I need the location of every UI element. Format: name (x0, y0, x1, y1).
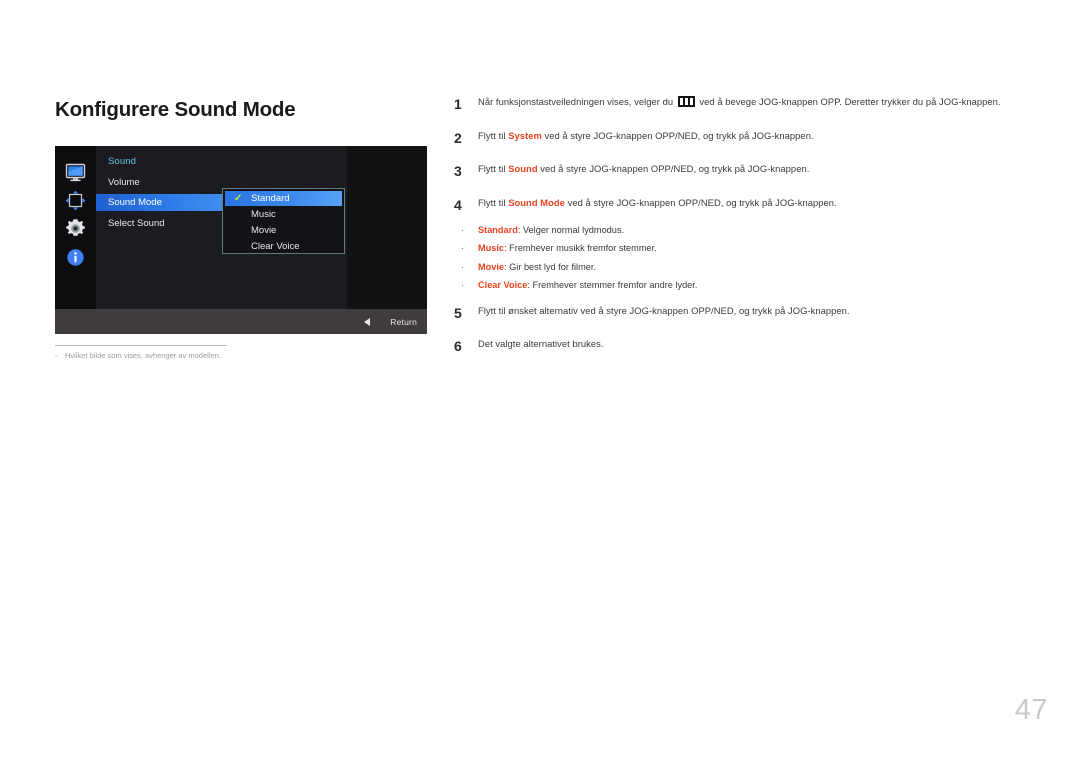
osd-sidebar (55, 146, 96, 309)
figure-note: - Hvilket bilde som vises, avhenger av m… (55, 351, 427, 361)
list-item-text: Standard: Velger normal lydmodus. (478, 225, 625, 235)
dropdown-option-label: Music (251, 208, 276, 220)
dropdown-option-label: Standard (251, 193, 290, 204)
jog-menu-icon (677, 96, 695, 107)
left-arrow-icon (364, 317, 371, 326)
step-number: 3 (454, 163, 462, 179)
osd-menu-heading: Sound (108, 156, 136, 167)
dropdown-option-clear-voice[interactable]: Clear Voice (223, 238, 344, 254)
step-item: 2 Flytt til System ved å styre JOG-knapp… (454, 130, 1044, 145)
return-button-label[interactable]: Return (390, 317, 417, 327)
step-text: Det valgte alternativet brukes. (478, 338, 604, 350)
step-item: 4 Flytt til Sound Mode ved å styre JOG-k… (454, 197, 1044, 212)
osd-figure-block: Sound Volume Sound Mode Select Sound ✓ S… (55, 146, 427, 361)
instruction-steps: 1 Når funksjonstastveiledningen vises, v… (454, 96, 1044, 372)
step-text: Når funksjonstastveiledningen vises, vel… (478, 96, 1001, 107)
dropdown-option-movie[interactable]: Movie (223, 222, 344, 238)
picture-size-icon[interactable] (64, 189, 87, 212)
step-item: 5 Flytt til ønsket alternativ ved å styr… (454, 305, 1044, 320)
list-item-text: Music: Fremhever musikk fremfor stemmer. (478, 243, 657, 254)
sound-mode-option-list: · Standard: Velger normal lydmodus. · Mu… (454, 224, 1044, 292)
page-title: Konfigurere Sound Mode (55, 98, 296, 121)
list-item-text: Movie: Gir best lyd for filmer. (478, 261, 596, 272)
list-item: · Standard: Velger normal lydmodus. (454, 224, 1044, 236)
gear-icon[interactable] (64, 217, 87, 240)
figure-note-divider (55, 345, 227, 346)
list-item: · Clear Voice: Fremhever stemmer fremfor… (454, 279, 1044, 291)
step-number: 6 (454, 338, 462, 355)
step-text: Flytt til System ved å styre JOG-knappen… (478, 129, 814, 141)
display-icon[interactable] (64, 161, 87, 184)
step-text: Flytt til ønsket alternativ ved å styre … (478, 304, 850, 316)
dropdown-option-label: Clear Voice (251, 240, 300, 252)
list-item: · Movie: Gir best lyd for filmer. (454, 261, 1044, 273)
page-number: 47 (1014, 694, 1048, 726)
step-number: 5 (454, 304, 462, 321)
step-number: 4 (454, 196, 462, 213)
osd-bottom-bar: Return (55, 309, 427, 334)
step-item: 6 Det valgte alternativet brukes. (454, 338, 1044, 353)
osd-right-background (347, 146, 427, 309)
info-icon[interactable] (64, 246, 87, 269)
list-item-text: Clear Voice: Fremhever stemmer fremfor a… (478, 280, 698, 291)
step-number: 2 (454, 129, 462, 146)
bullet-icon: · (461, 243, 464, 254)
step-number: 1 (454, 96, 462, 112)
list-item: · Music: Fremhever musikk fremfor stemme… (454, 242, 1044, 254)
step-text: Flytt til Sound ved å styre JOG-knappen … (478, 163, 810, 174)
sound-mode-dropdown: ✓ Standard Music Movie Clear Voice (222, 188, 345, 254)
figure-note-text: Hvilket bilde som vises, avhenger av mod… (65, 351, 221, 360)
osd-menu-item-label: Sound Mode (108, 197, 162, 208)
dropdown-option-label: Movie (251, 224, 277, 236)
bullet-icon: · (461, 225, 464, 235)
checkmark-icon: ✓ (234, 192, 243, 204)
step-text: Flytt til Sound Mode ved å styre JOG-kna… (478, 196, 837, 208)
osd-menu-item-label: Select Sound (108, 218, 165, 229)
dropdown-option-music[interactable]: Music (223, 206, 344, 222)
osd-screenshot: Sound Volume Sound Mode Select Sound ✓ S… (55, 146, 427, 334)
figure-note-dash: - (55, 351, 58, 360)
bullet-icon: · (461, 280, 464, 291)
dropdown-option-standard[interactable]: ✓ Standard (225, 191, 342, 206)
osd-menu-item-label: Volume (108, 177, 140, 188)
bullet-icon: · (461, 261, 464, 272)
step-item: 3 Flytt til Sound ved å styre JOG-knappe… (454, 163, 1044, 178)
step-item: 1 Når funksjonstastveiledningen vises, v… (454, 96, 1044, 111)
